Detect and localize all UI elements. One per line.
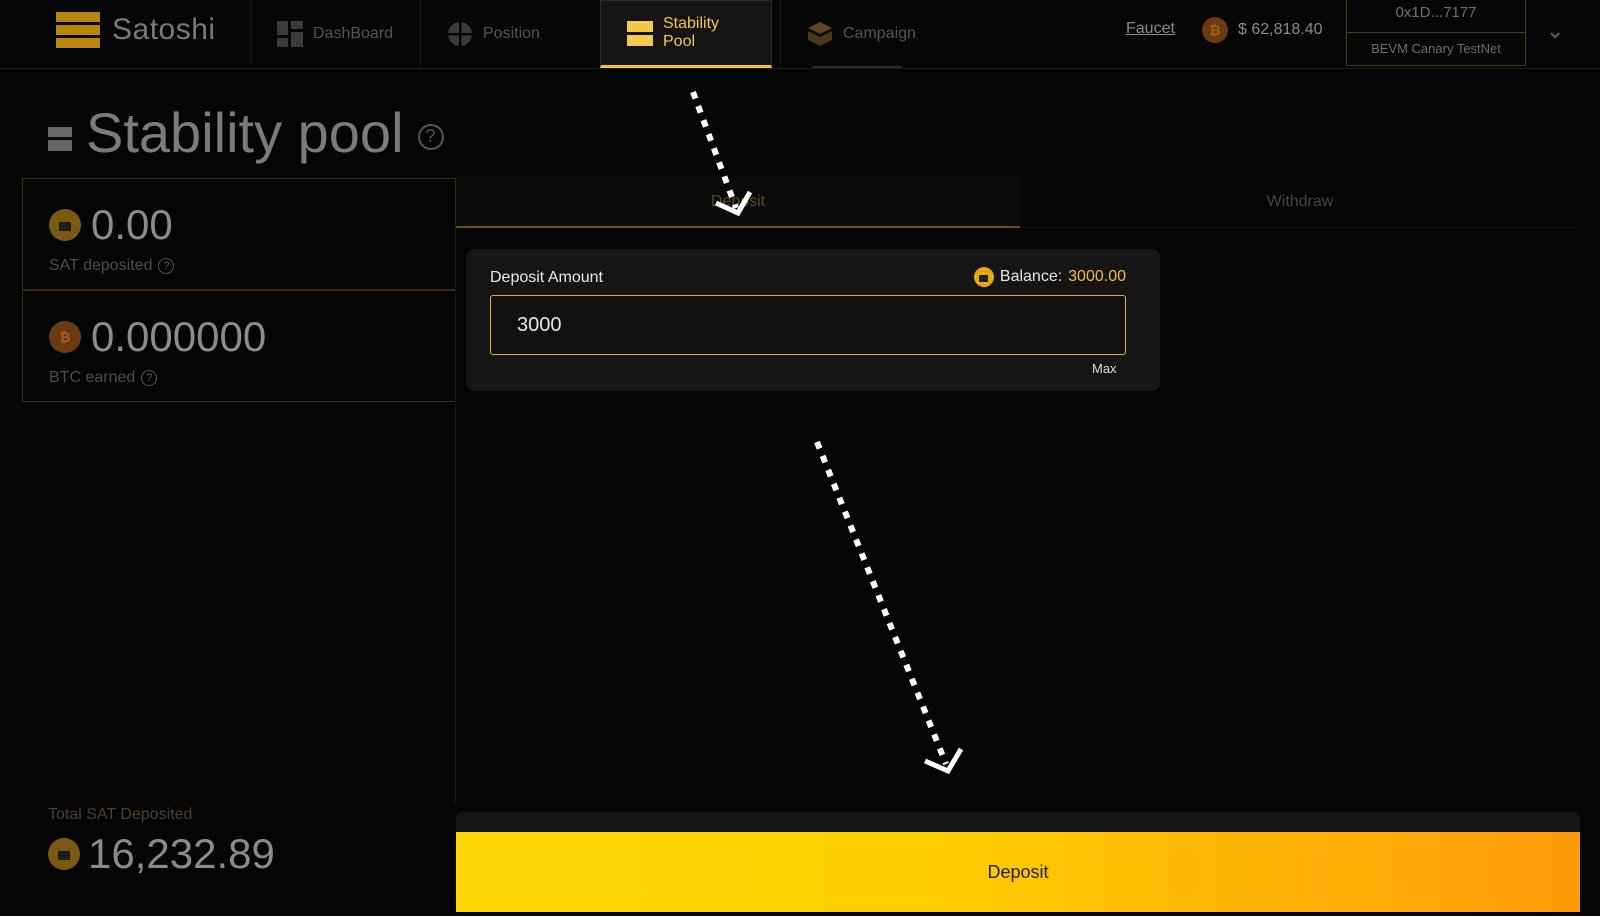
sat-deposited-value-row: 0.00 [49,201,173,249]
page-title: Stability pool ? [48,100,444,165]
deposit-amount-label: Deposit Amount [490,269,603,286]
dashboard-icon [277,21,303,47]
app-name: Satoshi [112,13,216,46]
nav-item-label: DashBoard [313,25,394,42]
btc-earned-card: ₿ 0.000000 BTC earned ? [22,290,456,402]
sat-coin-icon [973,267,994,287]
panel-divider [455,225,456,805]
arrowhead-icon [924,747,964,775]
btc-price-display: ₿ $ 62,818.40 [1202,17,1323,43]
help-icon[interactable]: ? [141,370,158,386]
stability-pool-title-icon [48,126,72,151]
stability-pool-icon [627,20,653,46]
nav-item-label: Campaign [843,25,916,42]
campaign-icon [807,21,833,47]
nav-item-label: Stability Pool [663,15,720,50]
deposit-submit-button[interactable]: Deposit [456,832,1580,912]
help-icon[interactable]: ? [158,258,175,274]
campaign-underline [812,66,902,68]
total-sat-deposited-row: 16,232.89 [48,830,275,878]
satoshi-logo-icon [56,12,100,48]
help-icon[interactable]: ? [417,123,444,150]
btc-earned-label-row: BTC earned ? [49,369,158,387]
total-sat-deposited-value: 16,232.89 [88,830,275,877]
arrow-to-deposit-button [814,440,949,766]
deposit-form: Deposit Amount Balance: 3000.00 Max [466,249,1160,391]
page-title-text: Stability pool [86,101,404,164]
sat-coin-icon [48,838,80,870]
top-navigation-bar: Satoshi DashBoard Position Stability Poo… [0,0,1600,69]
nav-item-dashboard[interactable]: DashBoard [250,0,420,68]
bitcoin-icon: ₿ [49,321,81,353]
balance-label: Balance: [999,268,1063,285]
nav-item-stability-pool[interactable]: Stability Pool [600,0,772,68]
deposit-amount-input[interactable] [490,295,1126,355]
nav-item-position[interactable]: Position [420,0,590,68]
max-button[interactable]: Max [1092,361,1117,376]
bitcoin-icon: ₿ [1202,17,1228,43]
sat-deposited-label-row: SAT deposited ? [49,257,175,275]
faucet-link[interactable]: Faucet [1126,20,1175,38]
tab-withdraw[interactable]: Withdraw [1020,176,1580,228]
network-name: BEVM Canary TestNet [1371,41,1501,56]
tab-deposit[interactable]: Deposit [456,176,1020,228]
position-icon [447,21,473,47]
wallet-address: 0x1D...7177 [1347,0,1525,33]
sat-deposited-value: 0.00 [91,201,173,248]
btc-earned-value: 0.000000 [91,313,267,360]
app-logo[interactable]: Satoshi [56,12,216,48]
balance-value: 3000.00 [1068,268,1126,285]
nav-item-campaign[interactable]: Campaign [780,0,946,68]
sat-deposited-card: 0.00 SAT deposited ? [22,178,456,290]
btc-price-value: $ 62,818.40 [1238,21,1323,38]
sat-deposited-label: SAT deposited [49,257,153,274]
btc-earned-value-row: ₿ 0.000000 [49,313,266,361]
total-sat-deposited-label: Total SAT Deposited [48,806,193,823]
wallet-button[interactable]: 0x1D...7177 BEVM Canary TestNet [1346,0,1526,66]
nav-item-label: Position [483,25,540,42]
chevron-down-icon[interactable]: ⌄ [1546,18,1564,44]
deposit-button-top-strip [456,812,1580,832]
sat-coin-icon [49,209,81,241]
balance-display: Balance: 3000.00 [973,267,1126,287]
btc-earned-label: BTC earned [49,369,136,386]
